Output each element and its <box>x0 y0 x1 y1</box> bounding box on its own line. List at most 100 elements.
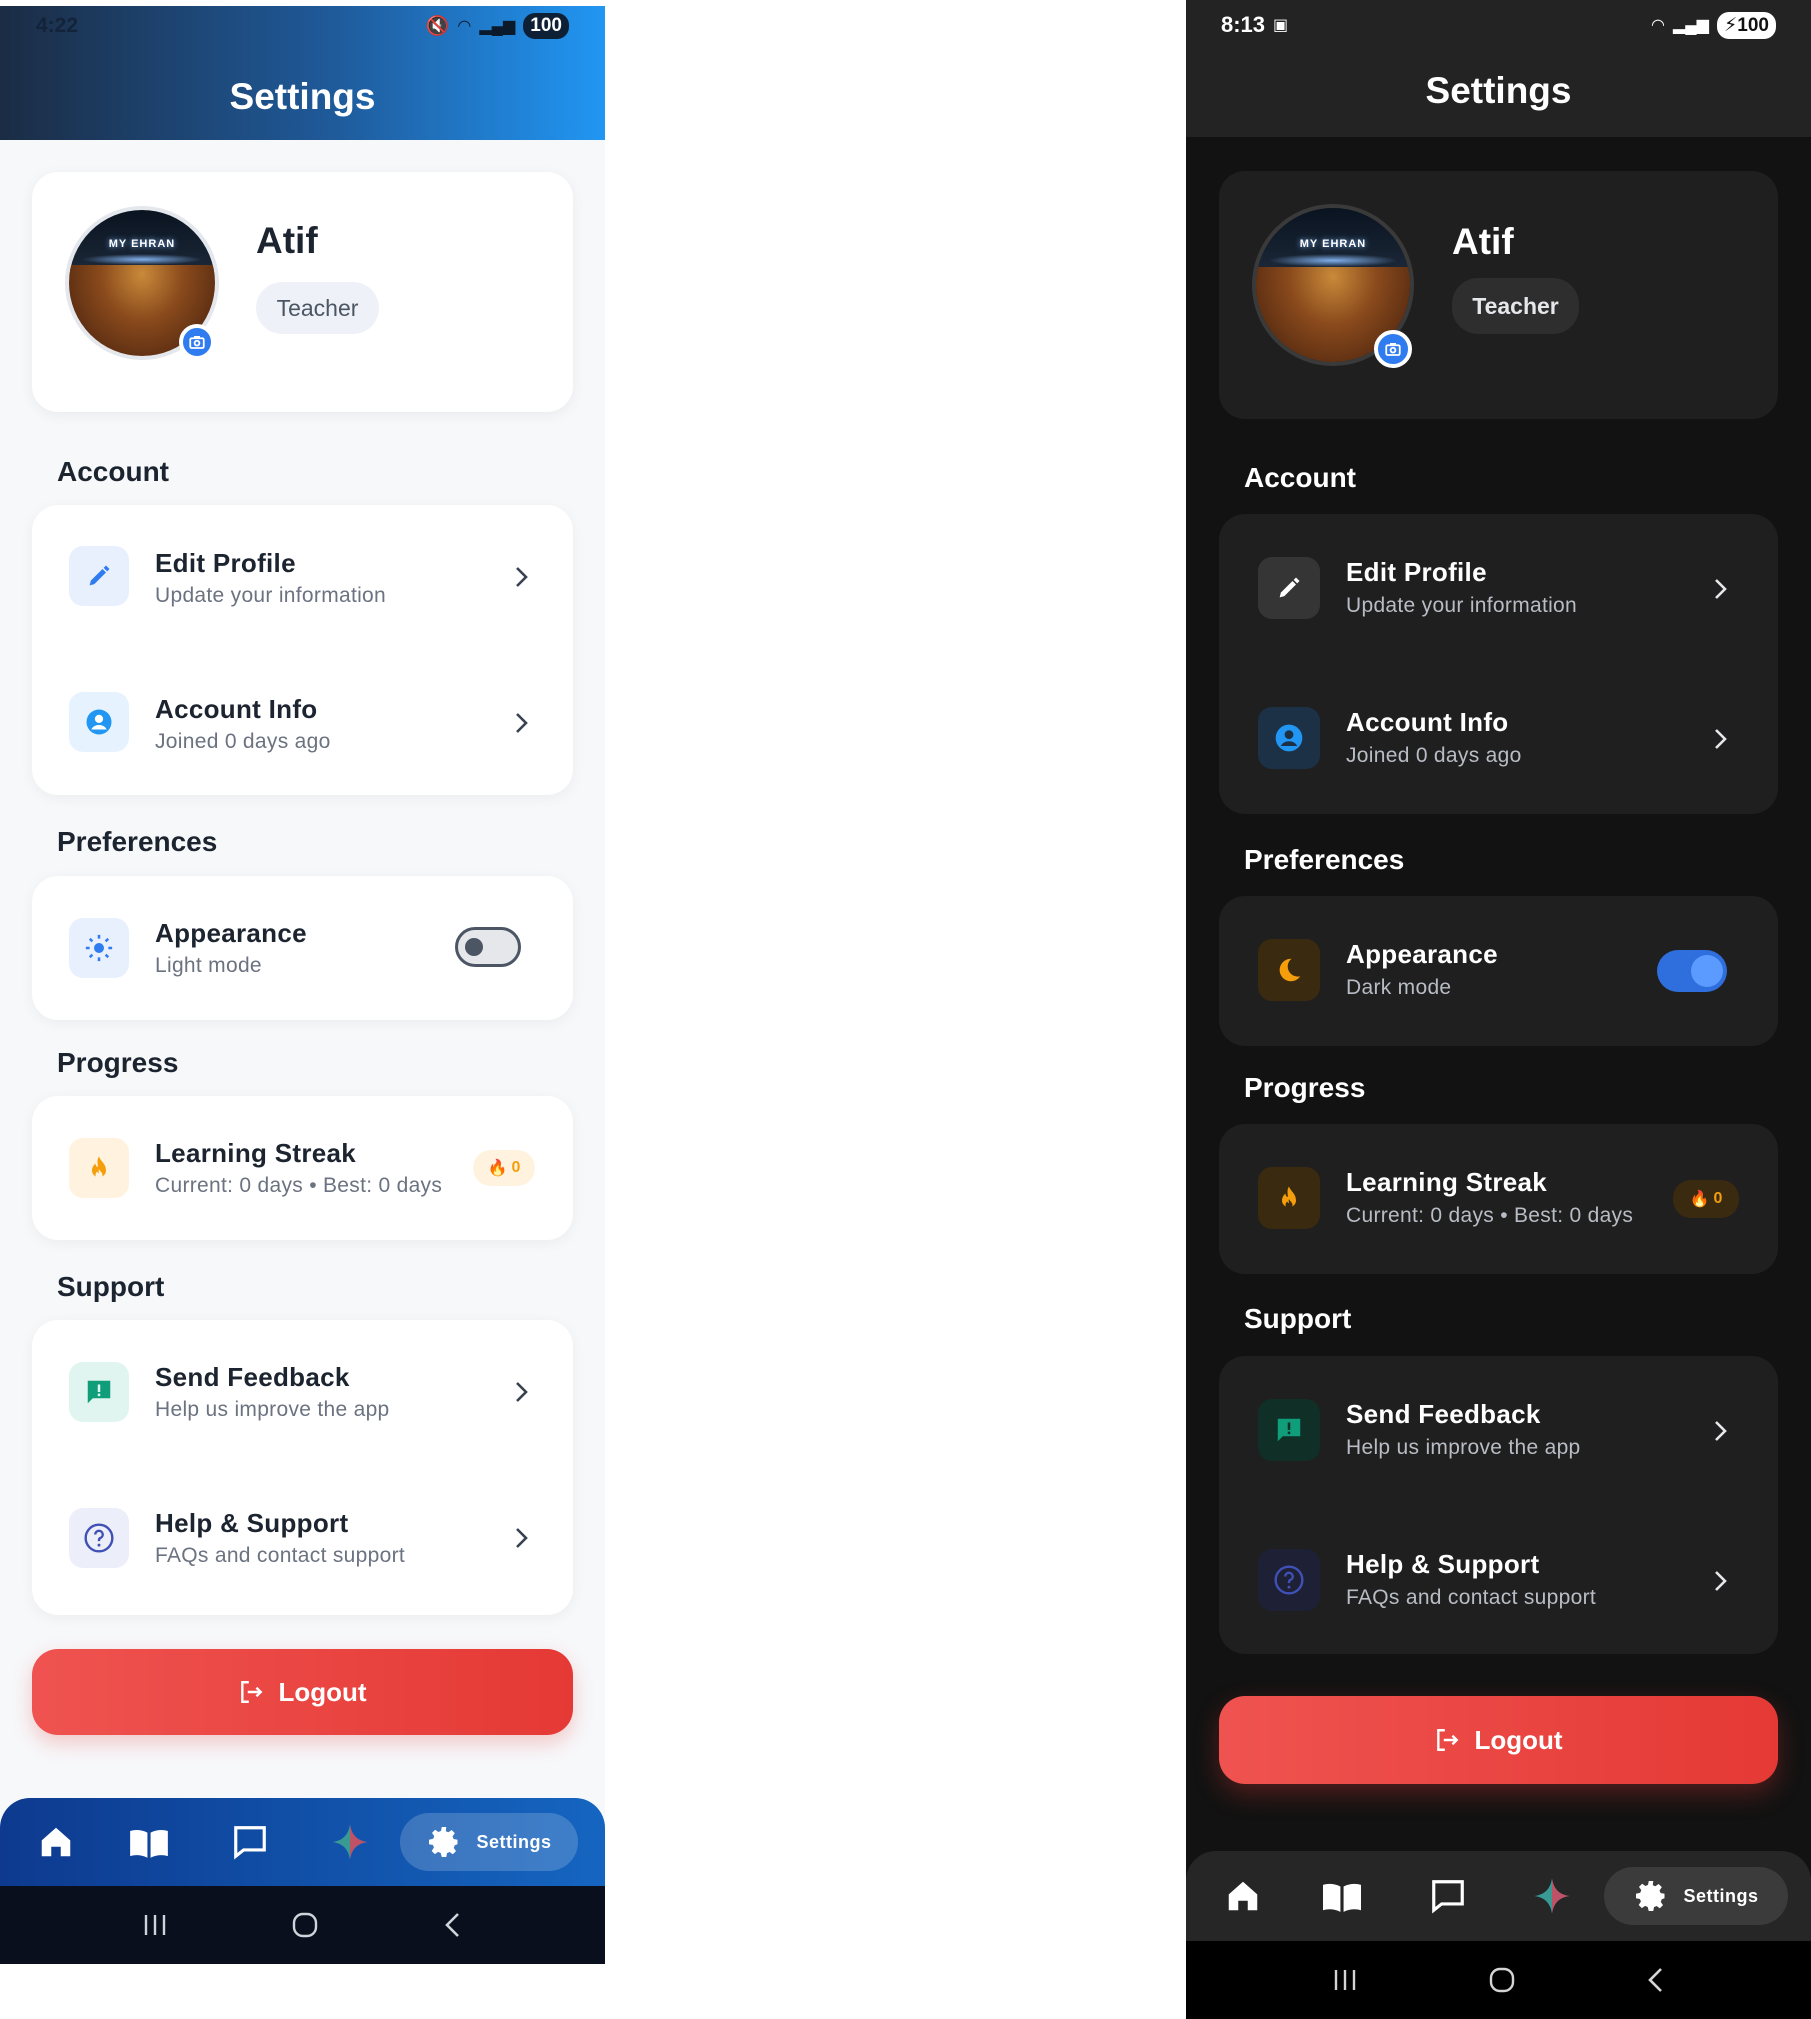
user-circle-icon <box>86 709 112 735</box>
streak-count: 0 <box>511 1159 521 1176</box>
edit-profile-title: Edit Profile <box>155 548 296 578</box>
nav-settings-active[interactable]: Settings <box>400 1813 578 1871</box>
chevron-right-icon <box>1705 574 1735 604</box>
nav-ai[interactable] <box>1500 1877 1604 1915</box>
moon-icon <box>1279 958 1301 982</box>
nav-library[interactable] <box>98 1823 200 1861</box>
help-support-row[interactable]: Help & Support FAQs and contact support <box>32 1466 573 1612</box>
status-bar: 8:13 ▣ ◠ ▂▄▆ ⚡100 <box>1186 0 1811 50</box>
header-bar: 4:22 🔇 ◠ ▂▄▆ 100 Settings <box>0 6 605 140</box>
account-info-subtitle: Joined 0 days ago <box>1346 744 1522 767</box>
recent-apps-icon[interactable] <box>141 1912 169 1938</box>
dark-mode-toggle[interactable] <box>1657 950 1727 992</box>
learning-streak-title: Learning Streak <box>155 1138 357 1168</box>
book-icon <box>1323 1883 1361 1912</box>
section-account-label: Account <box>57 456 169 487</box>
home-icon <box>1228 1881 1258 1911</box>
streak-count-badge: 🔥 0 <box>1673 1180 1739 1218</box>
signal-icon: ▂▄▆ <box>1673 17 1709 34</box>
appearance-icon-box <box>1258 939 1320 1001</box>
bottom-navigation: Settings <box>0 1798 605 1886</box>
page-title: Settings <box>229 76 376 117</box>
chevron-right-icon <box>1705 1416 1735 1446</box>
edit-profile-title: Edit Profile <box>1346 557 1487 587</box>
section-support-label: Support <box>57 1271 165 1302</box>
edit-profile-row[interactable]: Edit Profile Update your information <box>32 505 573 651</box>
light-phone-screen: 4:22 🔇 ◠ ▂▄▆ 100 Settings MY EHRAN Atif … <box>0 6 605 1964</box>
appearance-title: Appearance <box>155 918 307 948</box>
help-support-title: Help & Support <box>155 1508 349 1538</box>
account-info-title: Account Info <box>155 694 318 724</box>
nav-library[interactable] <box>1288 1877 1396 1915</box>
book-icon <box>130 1829 168 1858</box>
chevron-right-icon <box>506 562 536 592</box>
wifi-icon: ◠ <box>1651 17 1665 34</box>
chat-icon <box>1432 1880 1464 1914</box>
camera-icon <box>1385 343 1401 356</box>
preferences-card: Appearance Light mode <box>32 876 573 1020</box>
logout-button[interactable]: Logout <box>1219 1696 1778 1784</box>
appearance-subtitle: Light mode <box>155 954 262 977</box>
send-feedback-row[interactable]: Send Feedback Help us improve the app <box>32 1320 573 1466</box>
flame-icon <box>92 1156 106 1179</box>
progress-card: Learning Streak Current: 0 days • Best: … <box>1219 1124 1778 1274</box>
bottom-navigation: Settings <box>1186 1851 1811 1941</box>
help-support-subtitle: FAQs and contact support <box>1346 1586 1597 1609</box>
back-icon[interactable] <box>442 1911 464 1939</box>
status-time: 4:22 <box>36 14 79 37</box>
help-support-subtitle: FAQs and contact support <box>155 1544 406 1567</box>
profile-card: MY EHRAN Atif Teacher <box>1219 171 1778 419</box>
nav-home[interactable] <box>1198 1877 1288 1915</box>
nav-settings-label: Settings <box>476 1831 552 1852</box>
send-feedback-title: Send Feedback <box>1346 1399 1541 1429</box>
fire-icon: 🔥 <box>487 1160 508 1177</box>
edit-profile-row[interactable]: Edit Profile Update your information <box>1219 514 1778 664</box>
battery-badge: ⚡100 <box>1716 11 1776 39</box>
help-icon-box <box>1258 1549 1320 1611</box>
learning-streak-subtitle: Current: 0 days • Best: 0 days <box>155 1174 443 1197</box>
pencil-icon <box>1279 577 1300 598</box>
mute-icon: 🔇 <box>425 16 450 37</box>
dark-phone-screen: 8:13 ▣ ◠ ▂▄▆ ⚡100 Settings MY EHRAN Atif… <box>1186 0 1811 2019</box>
toggle-knob <box>465 938 483 956</box>
pencil-icon <box>89 565 110 586</box>
dark-mode-toggle[interactable] <box>455 927 521 967</box>
nav-chat[interactable] <box>1396 1877 1500 1915</box>
change-photo-button[interactable] <box>179 324 215 360</box>
account-info-row[interactable]: Account Info Joined 0 days ago <box>32 651 573 797</box>
account-info-subtitle: Joined 0 days ago <box>155 730 331 753</box>
nav-home[interactable] <box>14 1823 98 1861</box>
edit-profile-subtitle: Update your information <box>155 584 387 607</box>
recent-apps-icon[interactable] <box>1331 1967 1359 1993</box>
account-info-row[interactable]: Account Info Joined 0 days ago <box>1219 664 1778 814</box>
home-button-icon[interactable] <box>1488 1966 1516 1994</box>
change-photo-button[interactable] <box>1374 330 1412 368</box>
system-navigation-bar <box>1186 1941 1811 2019</box>
account-info-icon-box <box>1258 707 1320 769</box>
appearance-subtitle: Dark mode <box>1346 976 1452 999</box>
nav-chat[interactable] <box>200 1823 300 1861</box>
sparkle-icon <box>332 1824 368 1860</box>
role-badge: Teacher <box>1452 278 1579 334</box>
account-info-icon-box <box>69 692 129 752</box>
appearance-row: Appearance Dark mode <box>1219 896 1778 1046</box>
profile-name: Atif <box>256 220 318 261</box>
edit-profile-icon-box <box>69 546 129 606</box>
nav-settings-active[interactable]: Settings <box>1604 1867 1788 1925</box>
home-button-icon[interactable] <box>291 1911 319 1939</box>
gear-icon <box>1636 1881 1665 1911</box>
help-icon-box <box>69 1508 129 1568</box>
send-feedback-row[interactable]: Send Feedback Help us improve the app <box>1219 1356 1778 1506</box>
edit-profile-icon-box <box>1258 557 1320 619</box>
logout-button[interactable]: Logout <box>32 1649 573 1735</box>
back-icon[interactable] <box>1645 1966 1667 1994</box>
status-icons: 🔇 ◠ ▂▄▆ 100 <box>426 13 569 39</box>
help-support-row[interactable]: Help & Support FAQs and contact support <box>1219 1506 1778 1656</box>
nav-ai[interactable] <box>300 1823 400 1861</box>
screenshot-icon: ▣ <box>1273 17 1289 34</box>
section-progress-label: Progress <box>57 1047 179 1078</box>
section-preferences-label: Preferences <box>57 826 218 857</box>
avatar-sign-text: MY EHRAN <box>108 238 176 251</box>
learning-streak-row: Learning Streak Current: 0 days • Best: … <box>32 1096 573 1242</box>
account-info-title: Account Info <box>1346 707 1509 737</box>
